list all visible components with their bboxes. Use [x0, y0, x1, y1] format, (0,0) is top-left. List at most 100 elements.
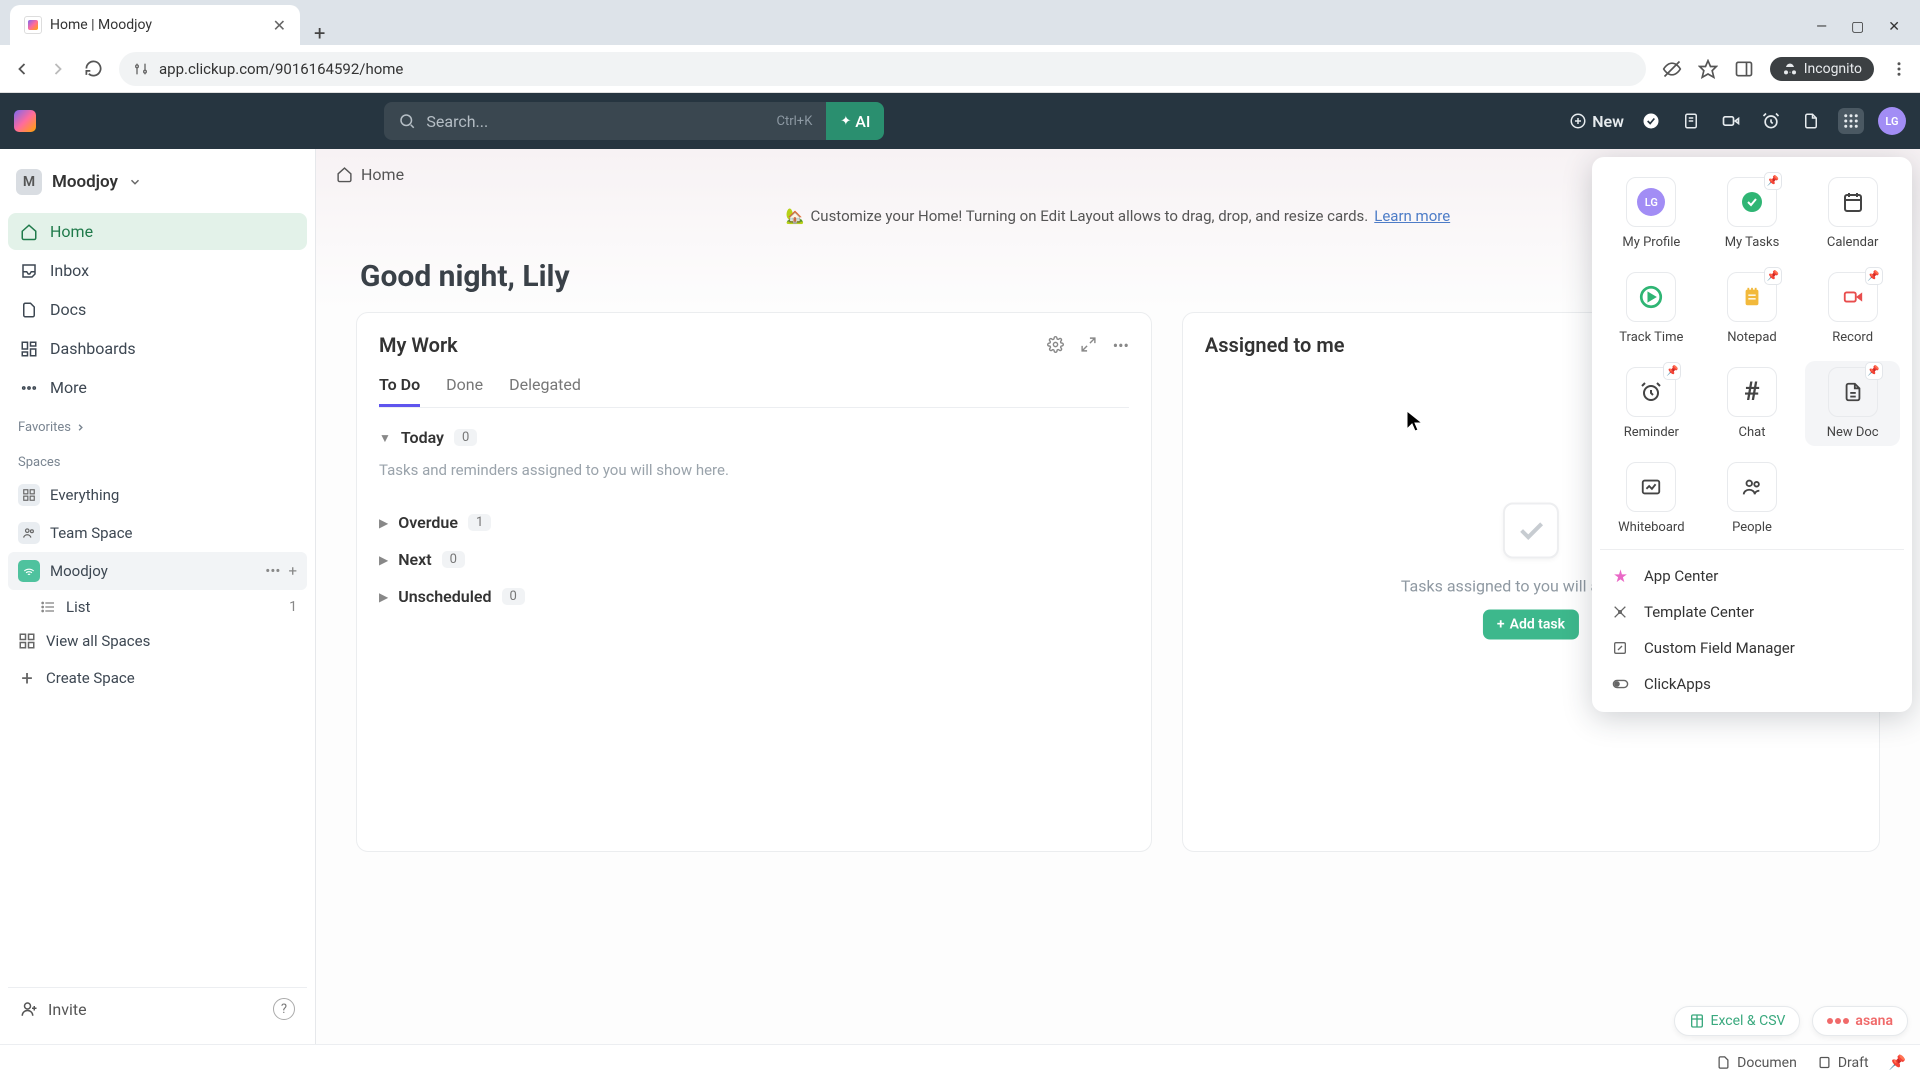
sidebar-item-dashboards[interactable]: Dashboards — [8, 330, 307, 367]
new-tab-button[interactable]: + — [300, 21, 339, 45]
breadcrumb-home[interactable]: Home — [361, 165, 404, 184]
doc-icon[interactable] — [1798, 108, 1824, 134]
ai-label: AI — [855, 112, 870, 131]
people-icon — [1739, 476, 1765, 498]
whiteboard-icon — [1639, 476, 1663, 498]
app-center-link[interactable]: App Center — [1600, 558, 1904, 594]
list-label: App Center — [1644, 567, 1718, 585]
more-dots-icon[interactable]: ••• — [1113, 336, 1129, 355]
spaces-section: Spaces — [8, 441, 307, 476]
clickup-logo-icon[interactable] — [14, 110, 36, 132]
record-icon[interactable] — [1718, 108, 1744, 134]
favorites-section[interactable]: Favorites — [8, 406, 307, 441]
wifi-icon — [18, 560, 40, 582]
custom-field-link[interactable]: Custom Field Manager — [1600, 630, 1904, 666]
browser-menu-icon[interactable] — [1890, 60, 1908, 78]
incognito-icon — [1782, 61, 1798, 77]
sidebar-item-label: Home — [50, 222, 93, 241]
space-moodjoy[interactable]: Moodjoy ••• + — [8, 552, 307, 590]
app-label: New Doc — [1827, 425, 1879, 440]
list-item[interactable]: List 1 — [8, 590, 307, 624]
group-today[interactable]: ▼ Today 0 — [379, 428, 1129, 447]
app-label: Record — [1832, 330, 1873, 345]
app-track-time[interactable]: Track Time — [1604, 266, 1699, 351]
app-notepad[interactable]: 📌 Notepad — [1705, 266, 1800, 351]
sidebar-item-inbox[interactable]: Inbox — [8, 252, 307, 289]
tab-done[interactable]: Done — [446, 375, 483, 407]
minimize-icon[interactable]: ― — [1816, 19, 1827, 35]
sidebar-item-docs[interactable]: Docs — [8, 291, 307, 328]
sidebar-item-more[interactable]: More — [8, 369, 307, 406]
site-settings-icon[interactable] — [133, 61, 149, 77]
doc-icon — [1842, 380, 1864, 404]
app-reminder[interactable]: 📌 Reminder — [1604, 361, 1699, 446]
create-space[interactable]: + Create Space — [8, 658, 307, 698]
eye-off-icon[interactable] — [1662, 59, 1682, 79]
new-button[interactable]: New — [1569, 112, 1624, 131]
reminder-icon[interactable] — [1758, 108, 1784, 134]
address-bar[interactable]: app.clickup.com/9016164592/home — [119, 52, 1646, 86]
plus-icon[interactable]: + — [288, 562, 297, 580]
tab-delegated[interactable]: Delegated — [509, 375, 581, 407]
panel-icon[interactable] — [1734, 59, 1754, 79]
forward-button[interactable] — [48, 59, 68, 79]
app-people[interactable]: People — [1705, 456, 1800, 541]
view-all-spaces[interactable]: View all Spaces — [8, 624, 307, 658]
workspace-switcher[interactable]: M Moodjoy — [8, 163, 307, 201]
app-whiteboard[interactable]: Whiteboard — [1604, 456, 1699, 541]
tab-todo[interactable]: To Do — [379, 375, 420, 407]
space-label: Team Space — [50, 524, 133, 542]
workspace-initial: M — [16, 169, 42, 195]
clickapps-link[interactable]: ClickApps — [1600, 666, 1904, 702]
app-label: Whiteboard — [1618, 520, 1684, 535]
bookmark-star-icon[interactable] — [1698, 59, 1718, 79]
group-overdue[interactable]: ▶ Overdue 1 — [379, 513, 1129, 532]
more-dots-icon[interactable]: ••• — [265, 562, 280, 580]
space-team[interactable]: Team Space — [8, 514, 307, 552]
back-button[interactable] — [12, 59, 32, 79]
app-my-profile[interactable]: LG My Profile — [1604, 171, 1699, 256]
alarm-icon — [1639, 380, 1663, 404]
user-avatar[interactable]: LG — [1878, 107, 1906, 135]
search-input[interactable]: Search... Ctrl+K — [384, 102, 826, 140]
tab-close-icon[interactable]: ✕ — [273, 16, 286, 35]
task-check-icon[interactable] — [1638, 108, 1664, 134]
status-draft[interactable]: Draft — [1817, 1055, 1869, 1071]
close-window-icon[interactable]: ✕ — [1888, 19, 1900, 35]
app-chat[interactable]: # Chat — [1705, 361, 1800, 446]
app-record[interactable]: 📌 Record — [1805, 266, 1900, 351]
bottom-status-bar: Documen Draft 📌 — [0, 1044, 1920, 1080]
space-everything[interactable]: Everything — [8, 476, 307, 514]
status-document[interactable]: Documen — [1716, 1055, 1797, 1071]
browser-tab[interactable]: Home | Moodjoy ✕ — [10, 5, 300, 45]
gear-icon[interactable] — [1047, 336, 1064, 355]
import-asana-pill[interactable]: asana — [1812, 1006, 1908, 1036]
ai-button[interactable]: ✦ AI — [826, 102, 884, 140]
topbar-actions: New LG — [1569, 107, 1906, 135]
add-task-button[interactable]: + Add task — [1483, 610, 1579, 640]
spreadsheet-icon — [1689, 1013, 1705, 1029]
group-next[interactable]: ▶ Next 0 — [379, 550, 1129, 569]
template-center-link[interactable]: Template Center — [1600, 594, 1904, 630]
group-name: Unscheduled — [398, 587, 491, 606]
import-excel-pill[interactable]: Excel & CSV — [1674, 1006, 1801, 1036]
my-work-title: My Work — [379, 333, 458, 357]
house-emoji-icon: 🏡 — [786, 207, 805, 225]
maximize-icon[interactable]: ▢ — [1851, 19, 1864, 35]
apps-grid-button[interactable] — [1838, 108, 1864, 134]
draft-icon — [1817, 1055, 1832, 1070]
app-calendar[interactable]: Calendar — [1805, 171, 1900, 256]
help-icon[interactable]: ? — [273, 998, 295, 1020]
app-new-doc[interactable]: 📌 New Doc — [1805, 361, 1900, 446]
incognito-badge[interactable]: Incognito — [1770, 57, 1874, 81]
reload-button[interactable] — [84, 59, 103, 78]
expand-icon[interactable] — [1080, 336, 1097, 355]
pin-icon[interactable]: 📌 — [1889, 1055, 1906, 1071]
notepad-icon[interactable] — [1678, 108, 1704, 134]
sidebar-item-home[interactable]: Home — [8, 213, 307, 250]
app-my-tasks[interactable]: 📌 My Tasks — [1705, 171, 1800, 256]
grid-icon — [18, 484, 40, 506]
invite-label[interactable]: Invite — [48, 1000, 87, 1019]
learn-more-link[interactable]: Learn more — [1374, 207, 1450, 225]
group-unscheduled[interactable]: ▶ Unscheduled 0 — [379, 587, 1129, 606]
